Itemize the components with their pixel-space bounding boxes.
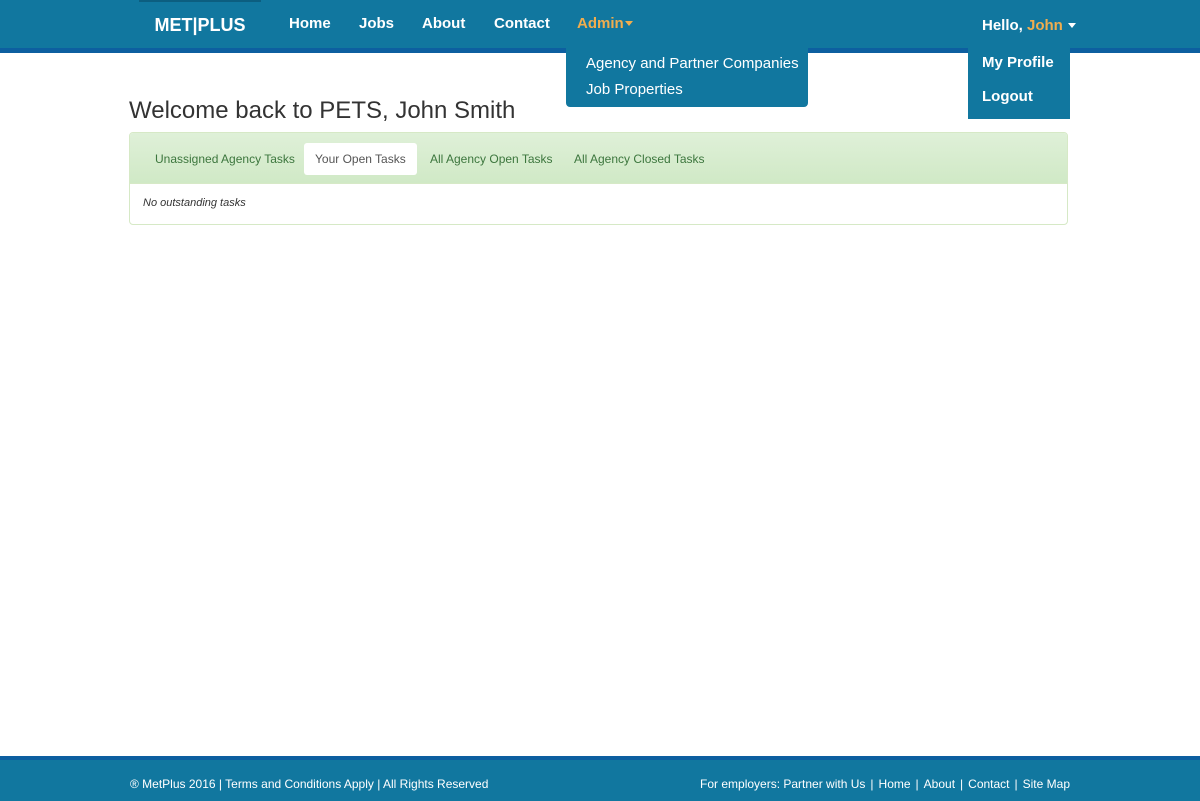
footer-links: For employers: Partner with Us | Home | Abou…	[700, 777, 1070, 791]
admin-dropdown-menu: Agency and Partner Companies Job Propert…	[566, 48, 808, 107]
nav-jobs-link[interactable]: Jobs	[359, 0, 394, 48]
nav-about-link[interactable]: About	[422, 0, 465, 48]
page-footer: ® MetPlus 2016 | Terms and Conditions Ap…	[0, 756, 1200, 801]
user-dropdown[interactable]: Hello, John	[982, 2, 1076, 50]
menu-item-job-properties[interactable]: Job Properties	[586, 81, 683, 98]
page-title: Welcome back to PETS, John Smith	[129, 97, 516, 124]
footer-home-link[interactable]: Home	[879, 777, 911, 791]
tab-all-agency-closed-tasks[interactable]: All Agency Closed Tasks	[563, 143, 716, 175]
brand-logo[interactable]: MET|PLUS	[139, 0, 261, 48]
footer-rights: All Rights Reserved	[383, 777, 489, 791]
chevron-down-icon	[1067, 22, 1076, 28]
footer-employers-link[interactable]: For employers: Partner with Us	[700, 777, 865, 791]
user-greeting: Hello,	[982, 17, 1028, 34]
footer-contact-link[interactable]: Contact	[968, 777, 1009, 791]
chevron-down-icon	[624, 20, 633, 26]
tasks-panel: Unassigned Agency Tasks Your Open Tasks …	[129, 132, 1068, 225]
nav-contact-link[interactable]: Contact	[494, 0, 550, 48]
footer-copyright: ® MetPlus 2016	[130, 777, 216, 791]
footer-sitemap-link[interactable]: Site Map	[1023, 777, 1070, 791]
menu-item-logout[interactable]: Logout	[982, 88, 1033, 105]
user-name: John	[1027, 17, 1063, 34]
tab-unassigned-agency-tasks[interactable]: Unassigned Agency Tasks	[144, 143, 306, 175]
footer-about-link[interactable]: About	[924, 777, 955, 791]
nav-home-link[interactable]: Home	[289, 0, 331, 48]
tab-all-agency-open-tasks[interactable]: All Agency Open Tasks	[419, 143, 564, 175]
nav-admin-label: Admin	[577, 15, 624, 32]
nav-admin-dropdown[interactable]: Admin	[577, 0, 633, 48]
footer-terms-link[interactable]: Terms and Conditions Apply	[225, 777, 374, 791]
tasks-tab-bar: Unassigned Agency Tasks Your Open Tasks …	[130, 133, 1067, 184]
menu-item-agency-partner-companies[interactable]: Agency and Partner Companies	[586, 55, 799, 72]
footer-left: ® MetPlus 2016 | Terms and Conditions Ap…	[130, 777, 489, 791]
menu-item-my-profile[interactable]: My Profile	[982, 54, 1054, 71]
user-dropdown-menu: My Profile Logout	[968, 48, 1070, 119]
top-navbar: MET|PLUS Home Jobs About Contact Admin H…	[0, 0, 1200, 53]
tab-your-open-tasks[interactable]: Your Open Tasks	[304, 143, 417, 175]
empty-tasks-message: No outstanding tasks	[143, 197, 246, 209]
